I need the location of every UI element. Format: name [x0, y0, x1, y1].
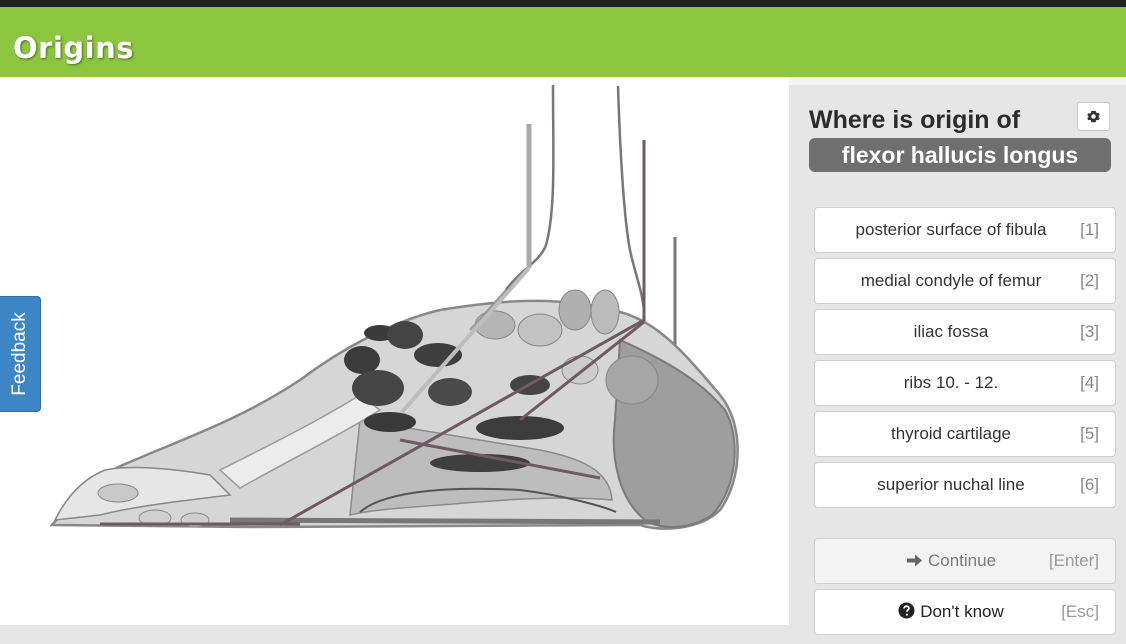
answer-label: medial condyle of femur: [860, 271, 1042, 290]
muscle: [428, 378, 472, 406]
feedback-tab[interactable]: Feedback: [0, 296, 41, 412]
panel-top-strip: [789, 77, 1126, 85]
answer-option-5[interactable]: thyroid cartilage [5]: [814, 411, 1116, 457]
tarsal-bone: [558, 289, 592, 331]
answer-shortcut: [1]: [1080, 220, 1099, 239]
tarsal-bone: [517, 313, 563, 347]
top-bar: [0, 0, 1126, 7]
dont-know-shortcut: [Esc]: [1061, 602, 1099, 621]
anatomy-illustration: [0, 77, 789, 625]
continue-label: Continue: [927, 551, 997, 570]
tarsal-bone: [590, 289, 620, 335]
app-title: Origins: [13, 31, 135, 65]
answer-list: posterior surface of fibula [1] medial c…: [814, 207, 1116, 513]
muscle: [387, 321, 423, 349]
answer-option-6[interactable]: superior nuchal line [6]: [814, 462, 1116, 508]
answer-option-1[interactable]: posterior surface of fibula [1]: [814, 207, 1116, 253]
continue-shortcut: [Enter]: [1048, 551, 1099, 570]
quiz-panel: Where is origin of flexor hallucis longu…: [789, 77, 1126, 644]
plantar-fascia: [229, 517, 661, 525]
canvas-bottom-strip: [0, 625, 789, 644]
question-text: Where is origin of: [809, 106, 1021, 134]
answer-label: superior nuchal line: [877, 475, 1025, 494]
answer-shortcut: [5]: [1080, 424, 1099, 443]
muscle: [352, 370, 404, 406]
answer-label: posterior surface of fibula: [855, 220, 1047, 239]
arrow-right-icon: [906, 554, 922, 567]
answer-shortcut: [6]: [1080, 475, 1099, 494]
fibula-outline: [616, 85, 646, 311]
question-circle-icon: [898, 602, 915, 619]
continue-button[interactable]: Continue [Enter]: [814, 538, 1116, 584]
answer-shortcut: [2]: [1080, 271, 1099, 290]
answer-shortcut: [3]: [1080, 322, 1099, 341]
muscle: [344, 346, 380, 374]
answer-option-4[interactable]: ribs 10. - 12. [4]: [814, 360, 1116, 406]
dont-know-button[interactable]: Don't know [Esc]: [814, 589, 1116, 635]
toe-joint: [97, 483, 139, 503]
muscle: [364, 412, 416, 432]
dont-know-label: Don't know: [920, 602, 1004, 621]
settings-button[interactable]: [1077, 102, 1110, 131]
feedback-label: Feedback: [9, 312, 30, 396]
answer-shortcut: [4]: [1080, 373, 1099, 392]
answer-label: thyroid cartilage: [890, 424, 1011, 443]
gear-icon: [1087, 110, 1100, 123]
answer-option-2[interactable]: medial condyle of femur [2]: [814, 258, 1116, 304]
foot-skeleton-drawing: [49, 84, 739, 530]
talus: [605, 355, 659, 405]
answer-option-3[interactable]: iliac fossa [3]: [814, 309, 1116, 355]
tarsal-bone: [561, 355, 599, 385]
answer-label: ribs 10. - 12.: [903, 373, 999, 392]
app-header: Origins: [0, 7, 1126, 77]
term-badge: flexor hallucis longus: [809, 138, 1111, 172]
answer-label: iliac fossa: [913, 322, 989, 341]
